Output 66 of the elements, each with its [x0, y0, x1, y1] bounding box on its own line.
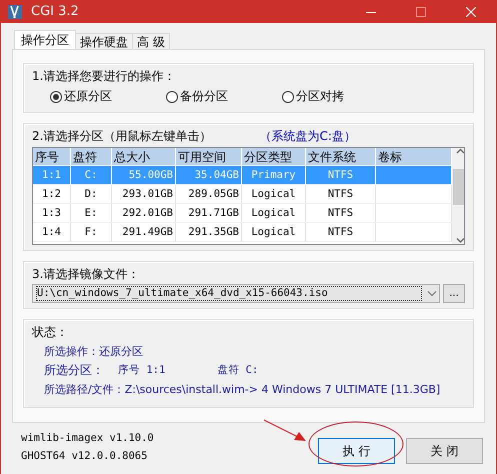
table-cell: 35.04GB	[176, 166, 242, 185]
table-cell: NTFS	[306, 204, 376, 223]
tab[interactable]: 操作分区	[14, 30, 76, 49]
radio-option[interactable]: 还原分区	[50, 88, 166, 105]
chevron-down-icon	[427, 290, 437, 297]
execute-button[interactable]: 执 行	[318, 438, 395, 464]
radio-option[interactable]: 备份分区	[166, 88, 282, 105]
table-cell: 1:1	[33, 166, 71, 185]
table-cell: NTFS	[306, 223, 376, 242]
group-label: 2.请选择分区（用鼠标左键单击）	[32, 128, 212, 144]
table-cell: 1:2	[33, 185, 71, 204]
table-cell: D:	[71, 185, 112, 204]
column-header[interactable]: 总大小	[112, 148, 176, 166]
radio-button[interactable]	[50, 90, 62, 102]
file-dropdown[interactable]: U:\cn_windows_7_ultimate_x64_dvd_x15-66043.iso	[32, 284, 440, 303]
table-cell: F:	[71, 223, 112, 242]
system-drive-note: （系统盘为C:盘）	[259, 128, 356, 144]
table-cell: 291.49GB	[112, 223, 176, 242]
column-header[interactable]: 盘符	[71, 148, 112, 166]
tab[interactable]: 高 级	[132, 33, 170, 49]
table-cell: Logical	[242, 185, 306, 204]
radio-option[interactable]: 分区对拷	[282, 88, 398, 105]
table-cell: 55.00GB	[112, 166, 176, 185]
radio-button[interactable]	[166, 90, 178, 102]
status-text: 序号 1:1	[118, 363, 166, 378]
status-text: 盘符 C:	[217, 363, 258, 378]
table-cell: Logical	[242, 223, 306, 242]
close-icon[interactable]	[466, 6, 476, 16]
radio-button[interactable]	[282, 90, 294, 102]
table-cell: 292.01GB	[112, 204, 176, 223]
tab[interactable]: 操作硬盘	[75, 33, 133, 49]
status-text: 所选操作：还原分区	[44, 344, 143, 359]
scrollbar[interactable]	[452, 148, 464, 244]
column-header[interactable]: 卷标	[376, 148, 452, 166]
table-cell: NTFS	[306, 185, 376, 204]
column-header[interactable]: 文件系统	[306, 148, 376, 166]
column-header[interactable]: 分区类型	[242, 148, 306, 166]
table-cell: 289.05GB	[176, 185, 242, 204]
status-text: 所选分区：	[44, 363, 104, 378]
status-text: 所选路径/文件：Z:\sources\install.wim-> 4 Windows 7 ULTIMATE [11.3GB]	[44, 382, 440, 397]
column-header[interactable]: 序号	[33, 148, 71, 166]
group-label: 3.请选择镜像文件：	[32, 266, 140, 282]
table-cell: 1:4	[33, 223, 71, 242]
group-label: 1.请选择您要进行的操作：	[32, 68, 176, 84]
browse-button[interactable]: ...	[443, 284, 465, 303]
window-title: CGI 3.2	[31, 4, 79, 19]
version-text: GHOST64 v12.0.0.8065	[21, 450, 148, 462]
table-cell: 1:3	[33, 204, 71, 223]
version-text: wimlib-imagex v1.10.0	[21, 432, 154, 444]
table-cell: Logical	[242, 204, 306, 223]
app-icon	[7, 4, 23, 20]
table-row[interactable]: 1:3 E: 292.01GB 291.71GB Logical NTFS	[33, 204, 452, 223]
table-cell: 291.71GB	[176, 204, 242, 223]
table-cell: C:	[71, 166, 112, 185]
table-row[interactable]: 1:4 F: 291.49GB 291.35GB Logical NTFS	[33, 223, 452, 242]
table-cell: E:	[71, 204, 112, 223]
table-cell: 293.01GB	[112, 185, 176, 204]
table-cell: Primary	[242, 166, 306, 185]
scroll-down-icon	[456, 237, 464, 244]
status-label: 状态：	[32, 324, 68, 340]
table-cell: NTFS	[306, 166, 376, 185]
table-row[interactable]: 1:2 D: 293.01GB 289.05GB Logical NTFS	[33, 185, 452, 204]
column-header[interactable]: 可用空间	[176, 148, 242, 166]
table-cell: 291.35GB	[176, 223, 242, 242]
close-button[interactable]: 关 闭	[406, 438, 483, 464]
scroll-up-icon	[456, 148, 464, 155]
